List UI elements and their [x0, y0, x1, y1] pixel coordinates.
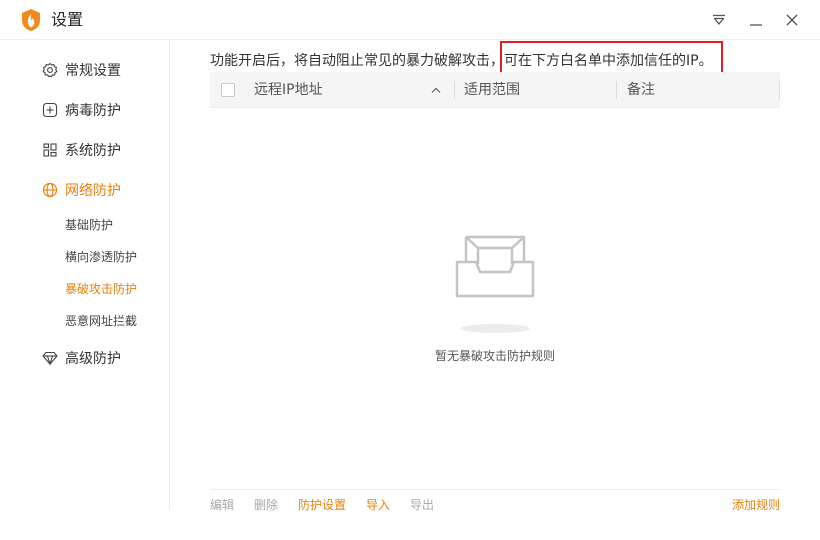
- globe-icon: [42, 182, 58, 198]
- close-button[interactable]: [780, 8, 804, 32]
- column-header-note[interactable]: 备注: [627, 81, 655, 99]
- column-separator: [616, 81, 617, 99]
- empty-inbox-icon: [455, 235, 535, 298]
- column-header-ip[interactable]: 远程IP地址: [254, 81, 323, 99]
- import-button[interactable]: 导入: [366, 497, 390, 513]
- close-icon: [786, 14, 798, 26]
- sidebar-item-system[interactable]: 系统防护: [42, 139, 121, 161]
- export-button[interactable]: 导出: [410, 497, 434, 513]
- sidebar: 常规设置 病毒防护 系统防护 网络防护 基础防护 横向渗透防护 暴破攻击防护 恶…: [0, 40, 170, 510]
- gear-icon: [42, 62, 58, 78]
- sidebar-item-advanced[interactable]: 高级防护: [42, 347, 121, 369]
- menu-dropdown-button[interactable]: [707, 8, 731, 32]
- menu-dropdown-icon: [713, 14, 725, 25]
- column-separator: [454, 81, 455, 99]
- plus-square-icon: [42, 102, 58, 118]
- sidebar-item-network[interactable]: 网络防护: [42, 179, 121, 201]
- empty-state-text: 暂无暴破攻击防护规则: [434, 349, 555, 363]
- column-separator: [779, 81, 780, 99]
- sidebar-item-label: 网络防护: [65, 183, 121, 199]
- minimize-icon: [750, 24, 762, 26]
- sidebar-item-general[interactable]: 常规设置: [42, 59, 121, 81]
- minimize-button[interactable]: [744, 8, 768, 32]
- sidebar-item-label: 系统防护: [65, 143, 121, 159]
- diamond-icon: [42, 351, 58, 366]
- sidebar-item-label: 常规设置: [65, 63, 121, 79]
- protection-settings-button[interactable]: 防护设置: [298, 497, 346, 513]
- delete-button[interactable]: 删除: [254, 497, 278, 513]
- sidebar-item-label: 高级防护: [65, 351, 121, 367]
- grid-icon: [43, 143, 57, 157]
- sidebar-subitem-lateral[interactable]: 横向渗透防护: [65, 248, 137, 266]
- sidebar-subitem-basic[interactable]: 基础防护: [65, 216, 113, 234]
- add-rule-button[interactable]: 添加规则: [732, 497, 780, 513]
- flame-shield-icon: [22, 9, 40, 31]
- edit-button[interactable]: 编辑: [210, 497, 234, 513]
- sidebar-subitem-malicious-url[interactable]: 恶意网址拦截: [65, 312, 137, 330]
- window-title: 设置: [51, 10, 84, 29]
- table-header: 远程IP地址 适用范围 备注: [210, 72, 780, 108]
- title-bar: 设置: [0, 0, 820, 40]
- sidebar-subitem-bruteforce[interactable]: 暴破攻击防护: [65, 280, 137, 298]
- empty-icon-shadow: [460, 324, 530, 333]
- sidebar-item-label: 病毒防护: [65, 103, 121, 119]
- feature-description: 功能开启后，将自动阻止常见的暴力破解攻击，可在下方白名单中添加信任的IP。: [210, 53, 713, 69]
- footer-divider: [210, 489, 780, 490]
- chevron-up-icon[interactable]: [430, 84, 442, 96]
- column-header-scope[interactable]: 适用范围: [464, 81, 520, 99]
- select-all-checkbox[interactable]: [221, 83, 235, 97]
- sidebar-item-virus[interactable]: 病毒防护: [42, 99, 121, 121]
